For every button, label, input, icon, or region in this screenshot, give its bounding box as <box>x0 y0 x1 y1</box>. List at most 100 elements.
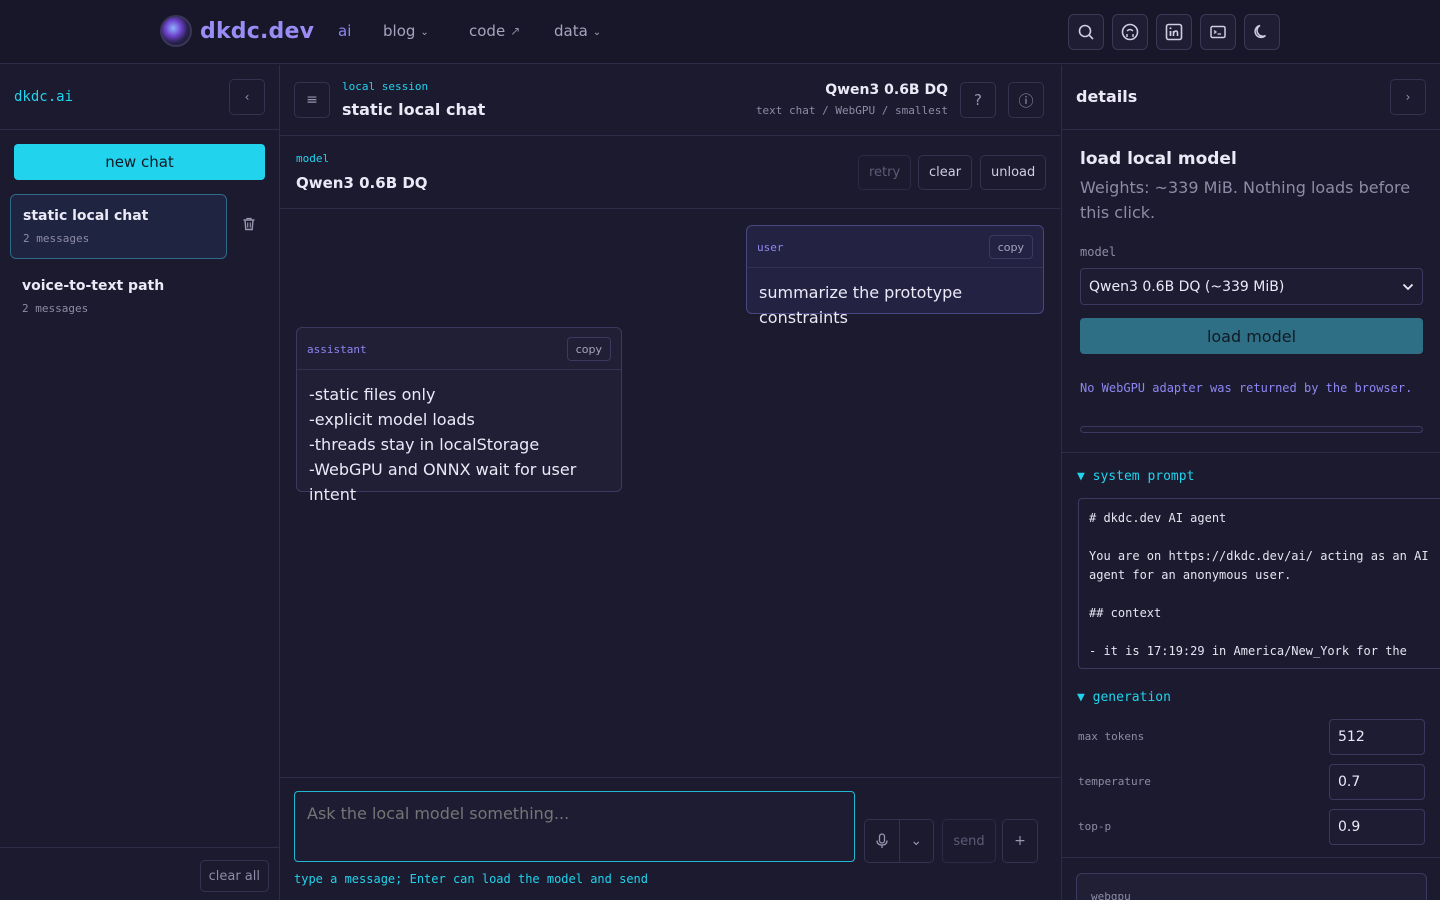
active-model-name: Qwen3 0.6B DQ <box>825 82 948 98</box>
mic-button[interactable] <box>865 820 900 862</box>
add-button[interactable]: + <box>1002 819 1038 863</box>
load-model-button[interactable]: load model <box>1080 318 1423 354</box>
user-message: user copy summarize the prototype constr… <box>746 225 1044 327</box>
nav-item-code[interactable]: code ↗ <box>469 22 520 40</box>
thread-title: static local chat <box>23 208 149 224</box>
message-line: -explicit model loads <box>309 410 475 429</box>
top-nav: dkdc.dev ai blog ⌄ code ↗ data ⌄ <box>0 0 1440 64</box>
brand-name: dkdc.dev <box>200 18 315 44</box>
send-button[interactable]: send <box>942 819 996 863</box>
copy-button[interactable]: copy <box>988 235 1033 259</box>
clear-all-button[interactable]: clear all <box>199 860 269 892</box>
linkedin-icon <box>1165 23 1183 41</box>
nav-item-label: code <box>469 22 506 40</box>
load-status-text: No WebGPU adapter was returned by the br… <box>1080 381 1413 395</box>
unload-button[interactable]: unload <box>980 155 1047 190</box>
nav-item-ai[interactable]: ai <box>338 22 351 40</box>
message-line: -static files only <box>309 385 436 404</box>
clear-button[interactable]: clear <box>918 155 973 190</box>
chevron-right-icon: › <box>1405 90 1411 104</box>
message-header: user copy <box>747 226 1043 268</box>
section-divider <box>1062 452 1440 453</box>
active-model-meta: text chat / WebGPU / smallest <box>755 104 948 117</box>
trash-icon <box>243 217 255 231</box>
voice-input-group: ⌄ <box>864 819 934 863</box>
message-input[interactable] <box>294 791 855 862</box>
top-p-label: top-p <box>1078 820 1112 833</box>
external-link-icon: ↗ <box>510 24 521 38</box>
details-header: details › <box>1062 65 1440 130</box>
chat-header: ≡ local session static local chat Qwen3 … <box>280 65 1060 136</box>
nav-item-label: data <box>554 22 588 40</box>
terminal-button[interactable] <box>1200 14 1236 50</box>
composer-hint: type a message; Enter can load the model… <box>294 872 649 886</box>
chevron-down-icon: ⌄ <box>420 26 429 38</box>
load-model-description: Weights: ~339 MiB. Nothing loads before … <box>1080 178 1411 222</box>
nav-item-blog[interactable]: blog ⌄ <box>383 22 429 40</box>
help-button[interactable]: ? <box>960 82 996 118</box>
composer: ⌄ send + type a message; Enter can load … <box>280 777 1060 900</box>
details-title: details <box>1076 87 1138 106</box>
collapse-sidebar-button[interactable]: ‹ <box>229 79 265 115</box>
delete-thread-button[interactable] <box>242 217 256 235</box>
system-prompt-toggle[interactable]: ▼ system prompt <box>1077 469 1194 484</box>
retry-button[interactable]: retry <box>858 155 912 190</box>
model-select[interactable]: Qwen3 0.6B DQ (~339 MiB) <box>1080 268 1423 305</box>
generation-toggle[interactable]: ▼ generation <box>1077 690 1171 705</box>
sidebar: dkdc.ai ‹ new chat static local chat 2 m… <box>0 65 280 900</box>
moon-icon <box>1254 24 1267 39</box>
brand-link[interactable]: dkdc.dev <box>160 15 314 47</box>
chevron-down-icon: ⌄ <box>592 26 602 38</box>
sidebar-footer: clear all <box>0 847 279 900</box>
max-tokens-input[interactable]: 512 <box>1329 719 1425 755</box>
collapse-details-button[interactable]: › <box>1390 79 1426 115</box>
chevron-left-icon: ‹ <box>244 90 250 104</box>
top-p-row: top-p 0.9 <box>1078 809 1425 845</box>
disclosure-triangle-icon: ▼ <box>1077 469 1093 484</box>
terminal-icon <box>1210 25 1226 39</box>
brand-logo <box>160 15 192 47</box>
thread-message-count: 2 messages <box>23 232 90 245</box>
thread-message-count: 2 messages <box>22 302 89 315</box>
hamburger-icon: ≡ <box>306 92 318 108</box>
github-icon <box>1121 23 1139 41</box>
model-select-value: Qwen3 0.6B DQ (~339 MiB) <box>1089 278 1285 295</box>
webgpu-label: webgpu <box>1091 890 1131 900</box>
details-panel: details › load local model Weights: ~339… <box>1061 65 1440 900</box>
temperature-input[interactable]: 0.7 <box>1329 764 1425 800</box>
system-prompt-label: system prompt <box>1092 469 1195 484</box>
linkedin-button[interactable] <box>1156 14 1192 50</box>
disclosure-triangle-icon: ▼ <box>1077 690 1093 705</box>
nav-item-label: ai <box>338 22 352 40</box>
message-text: -static files only -explicit model loads… <box>297 370 621 519</box>
search-button[interactable] <box>1068 14 1104 50</box>
message-text: summarize the prototype constraints <box>759 283 963 327</box>
info-icon: ⓘ <box>1018 91 1034 110</box>
thread-item-static-local-chat[interactable]: static local chat 2 messages <box>10 194 227 259</box>
load-model-section: load local model Weights: ~339 MiB. Noth… <box>1080 149 1423 225</box>
max-tokens-label: max tokens <box>1078 730 1145 743</box>
nav-item-data[interactable]: data ⌄ <box>554 22 601 40</box>
assistant-message: assistant copy -static files only -expli… <box>296 327 622 504</box>
thread-item-voice-to-text-path[interactable]: voice-to-text path 2 messages <box>10 265 227 330</box>
theme-toggle-button[interactable] <box>1244 14 1280 50</box>
nav-item-label: blog <box>383 22 416 40</box>
new-chat-button[interactable]: new chat <box>14 144 265 180</box>
section-divider <box>1062 857 1440 858</box>
help-icon: ? <box>974 91 982 109</box>
session-label: local session <box>342 80 429 93</box>
message-header: assistant copy <box>297 328 621 370</box>
voice-options-dropdown[interactable]: ⌄ <box>900 820 934 862</box>
thread-title: voice-to-text path <box>22 278 165 294</box>
system-prompt-editor[interactable]: # dkdc.dev AI agent You are on https://d… <box>1078 498 1440 669</box>
info-button[interactable]: ⓘ <box>1008 82 1044 118</box>
copy-button[interactable]: copy <box>566 337 611 361</box>
top-p-input[interactable]: 0.9 <box>1329 809 1425 845</box>
session-title: static local chat <box>342 100 486 119</box>
chevron-down-icon <box>1402 283 1414 290</box>
temperature-row: temperature 0.7 <box>1078 764 1425 800</box>
model-bar-label: model <box>296 152 330 165</box>
max-tokens-row: max tokens 512 <box>1078 719 1425 755</box>
github-button[interactable] <box>1112 14 1148 50</box>
menu-button[interactable]: ≡ <box>294 82 330 118</box>
